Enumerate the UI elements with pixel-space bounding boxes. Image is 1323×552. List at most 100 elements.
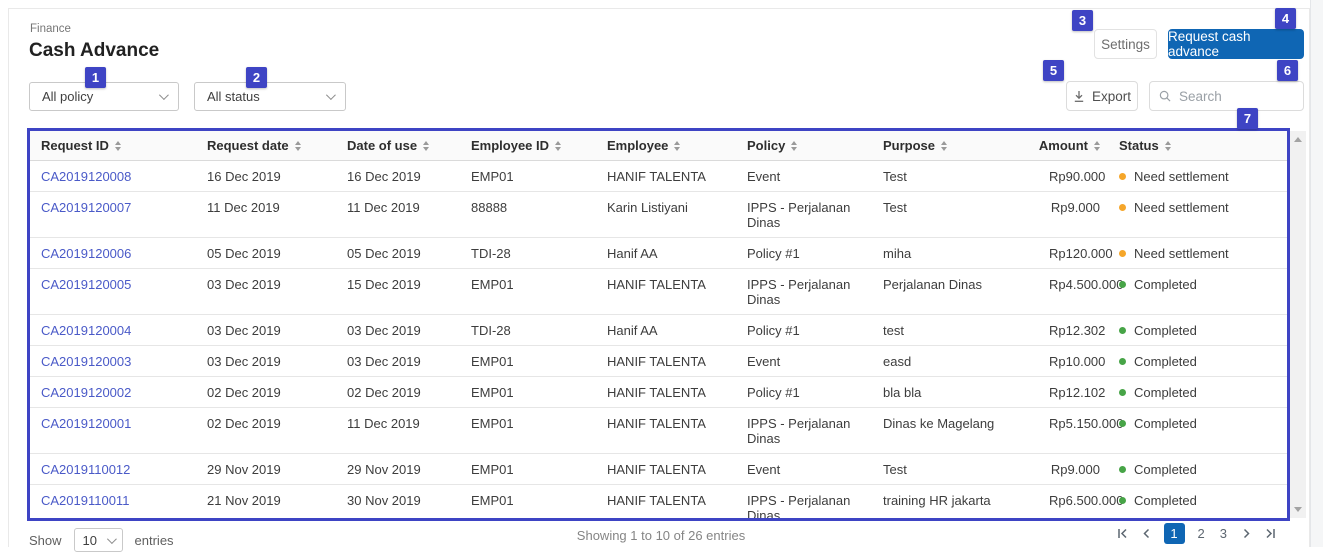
cell-employee-id: EMP01 — [460, 345, 596, 376]
breadcrumb: Finance — [30, 23, 71, 35]
status-label: Completed — [1134, 416, 1197, 431]
status-filter-dropdown[interactable]: All status — [194, 82, 346, 111]
cell-policy: Event — [736, 160, 872, 191]
cell-purpose: miha — [872, 237, 1038, 268]
column-header-date-of-use[interactable]: Date of use — [336, 131, 460, 160]
status-dot-icon — [1119, 358, 1126, 365]
cell-status: Need settlement — [1108, 191, 1287, 237]
cell-amount: Rp6.500.000 — [1038, 484, 1108, 521]
cell-policy: Event — [736, 345, 872, 376]
cell-request-id: CA2019120001 — [30, 407, 196, 453]
table-row: CA201912000605 Dec 201905 Dec 2019TDI-28… — [30, 237, 1287, 268]
sort-icon — [674, 141, 680, 151]
status-label: Completed — [1134, 493, 1197, 508]
cell-employee-id: EMP01 — [460, 453, 596, 484]
page-size-dropdown[interactable]: 10 — [74, 528, 123, 552]
cell-request-date: 16 Dec 2019 — [196, 160, 336, 191]
column-header-amount[interactable]: Amount — [1038, 131, 1108, 160]
column-header-employee-id[interactable]: Employee ID — [460, 131, 596, 160]
cell-employee: HANIF TALENTA — [596, 160, 736, 191]
cell-request-date: 03 Dec 2019 — [196, 345, 336, 376]
column-header-request-date[interactable]: Request date — [196, 131, 336, 160]
settings-button[interactable]: Settings — [1094, 29, 1157, 59]
page-button-3[interactable]: 3 — [1218, 526, 1229, 541]
last-page-button[interactable] — [1264, 527, 1277, 540]
cell-policy: IPPS - Perjalanan Dinas — [736, 191, 872, 237]
annotation-badge-3: 3 — [1072, 10, 1093, 31]
cell-status: Need settlement — [1108, 160, 1287, 191]
export-button[interactable]: Export — [1066, 81, 1138, 111]
cell-date-of-use: 30 Nov 2019 — [336, 484, 460, 521]
cell-request-id: CA2019120004 — [30, 314, 196, 345]
status-dot-icon — [1119, 204, 1126, 211]
request-id-link[interactable]: CA2019120007 — [41, 200, 131, 215]
request-id-link[interactable]: CA2019110012 — [41, 462, 130, 477]
cell-status: Completed — [1108, 484, 1287, 521]
column-label: Employee ID — [471, 138, 549, 153]
export-button-label: Export — [1092, 89, 1131, 104]
first-page-button[interactable] — [1116, 527, 1129, 540]
request-id-link[interactable]: CA2019120006 — [41, 246, 131, 261]
cell-date-of-use: 11 Dec 2019 — [336, 191, 460, 237]
status-dot-icon — [1119, 420, 1126, 427]
cell-request-id: CA2019110012 — [30, 453, 196, 484]
table-scrollbar[interactable] — [1290, 131, 1306, 518]
previous-page-button[interactable] — [1140, 527, 1153, 540]
cell-request-date: 29 Nov 2019 — [196, 453, 336, 484]
cell-amount: Rp12.102 — [1038, 376, 1108, 407]
showing-entries-text: Showing 1 to 10 of 26 entries — [496, 528, 826, 543]
cell-date-of-use: 02 Dec 2019 — [336, 376, 460, 407]
search-input[interactable] — [1179, 89, 1294, 104]
cell-employee: Hanif AA — [596, 237, 736, 268]
column-header-status[interactable]: Status — [1108, 131, 1287, 160]
table-row: CA201912000503 Dec 201915 Dec 2019EMP01H… — [30, 268, 1287, 314]
settings-button-label: Settings — [1101, 37, 1150, 52]
cell-purpose: bla bla — [872, 376, 1038, 407]
cell-policy: Policy #1 — [736, 237, 872, 268]
column-header-policy[interactable]: Policy — [736, 131, 872, 160]
scroll-down-icon[interactable] — [1294, 507, 1302, 512]
sort-icon — [295, 141, 301, 151]
status-label: Need settlement — [1134, 169, 1229, 184]
cell-amount: Rp90.000 — [1038, 160, 1108, 191]
request-id-link[interactable]: CA2019120002 — [41, 385, 131, 400]
cell-employee-id: EMP01 — [460, 484, 596, 521]
cell-policy: Policy #1 — [736, 314, 872, 345]
cell-date-of-use: 15 Dec 2019 — [336, 268, 460, 314]
column-label: Request date — [207, 138, 289, 153]
cell-employee-id: EMP01 — [460, 407, 596, 453]
request-id-link[interactable]: CA2019110011 — [41, 493, 129, 508]
column-label: Date of use — [347, 138, 417, 153]
column-header-employee[interactable]: Employee — [596, 131, 736, 160]
cell-status: Completed — [1108, 268, 1287, 314]
page-scrollbar[interactable] — [1310, 0, 1323, 547]
page-button-2[interactable]: 2 — [1196, 526, 1207, 541]
column-label: Amount — [1039, 138, 1088, 153]
next-page-button[interactable] — [1240, 527, 1253, 540]
table-header-row: Request ID Request date Date of use Employe… — [30, 131, 1287, 160]
cell-status: Completed — [1108, 376, 1287, 407]
column-header-purpose[interactable]: Purpose — [872, 131, 1038, 160]
cell-employee-id: EMP01 — [460, 268, 596, 314]
scroll-up-icon[interactable] — [1294, 137, 1302, 142]
request-cash-advance-button[interactable]: Request cash advance — [1168, 29, 1304, 59]
cell-policy: Policy #1 — [736, 376, 872, 407]
request-id-link[interactable]: CA2019120004 — [41, 323, 131, 338]
table-row: CA201911001229 Nov 201929 Nov 2019EMP01H… — [30, 453, 1287, 484]
status-label: Completed — [1134, 323, 1197, 338]
request-id-link[interactable]: CA2019120005 — [41, 277, 131, 292]
request-id-link[interactable]: CA2019120008 — [41, 169, 131, 184]
status-label: Completed — [1134, 462, 1197, 477]
cell-amount: Rp4.500.000 — [1038, 268, 1108, 314]
status-dot-icon — [1119, 281, 1126, 288]
show-label: Show — [29, 533, 62, 548]
table-row: CA201912000202 Dec 201902 Dec 2019EMP01H… — [30, 376, 1287, 407]
cell-employee: HANIF TALENTA — [596, 407, 736, 453]
request-id-link[interactable]: CA2019120003 — [41, 354, 131, 369]
cell-purpose: test — [872, 314, 1038, 345]
column-header-request-id[interactable]: Request ID — [30, 131, 196, 160]
column-label: Purpose — [883, 138, 935, 153]
request-cash-advance-label: Request cash advance — [1168, 29, 1304, 59]
request-id-link[interactable]: CA2019120001 — [41, 416, 131, 431]
page-button-1[interactable]: 1 — [1164, 523, 1185, 544]
